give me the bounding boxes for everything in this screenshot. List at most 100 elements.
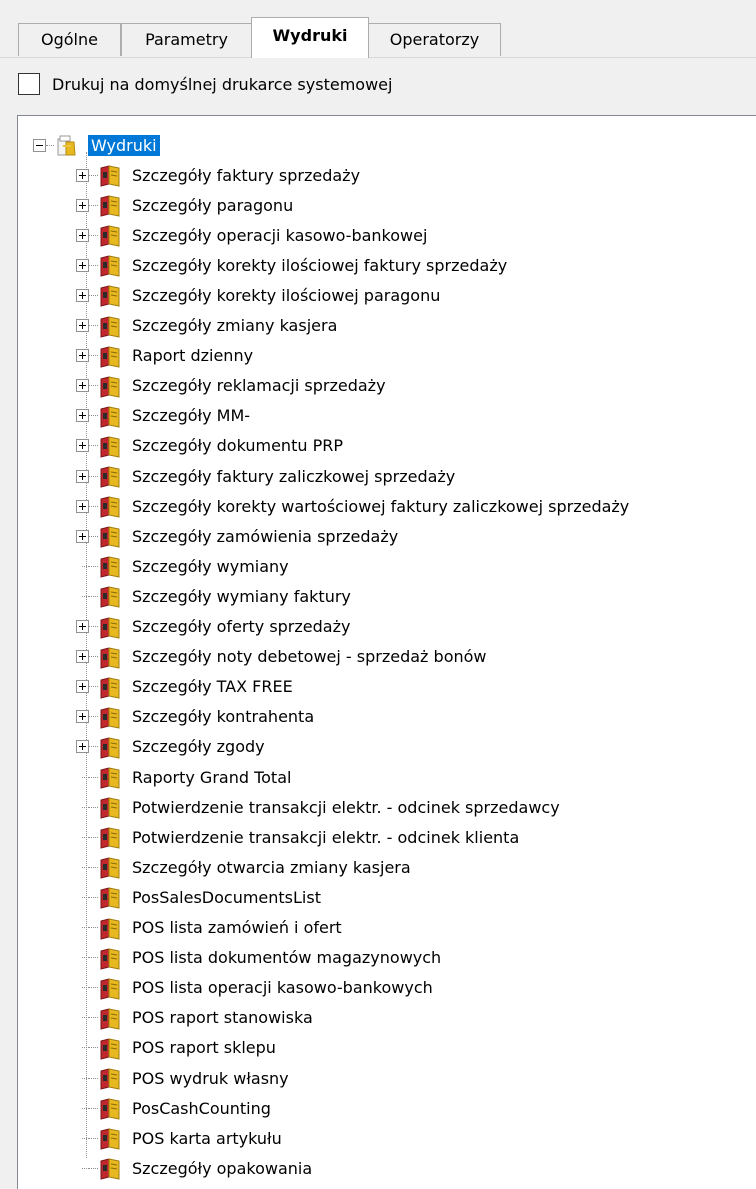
report-book-icon: [98, 916, 122, 940]
report-book-icon: [98, 1006, 122, 1030]
tree-item-label: Szczegóły korekty wartościowej faktury z…: [132, 496, 630, 516]
tree-connector: [82, 1137, 89, 1139]
tree-item[interactable]: Szczegóły oferty sprzedaży: [76, 612, 350, 642]
tree-item-label: Potwierdzenie transakcji elektr. - odcin…: [132, 827, 520, 847]
expand-toggle[interactable]: [76, 409, 89, 423]
expand-toggle[interactable]: [76, 228, 89, 242]
expand-toggle[interactable]: [76, 379, 89, 393]
tree-item-label: POS lista zamówień i ofert: [132, 918, 342, 937]
tree-item[interactable]: Szczegóły korekty wartościowej faktury z…: [76, 491, 629, 521]
expand-toggle[interactable]: [76, 680, 89, 694]
tree-item[interactable]: PosCashCounting: [76, 1093, 271, 1123]
tree-item[interactable]: Szczegóły opakowania: [76, 1153, 312, 1183]
tree-item[interactable]: Szczegóły korekty ilościowej paragonu: [76, 280, 440, 310]
report-book-icon: [98, 1096, 122, 1120]
tree-item[interactable]: Potwierdzenie transakcji elektr. - odcin…: [76, 792, 560, 822]
tree-connector: [82, 565, 89, 567]
report-book-icon: [98, 253, 122, 277]
tree-item-label: POS lista dokumentów magazynowych: [132, 948, 442, 968]
expand-toggle[interactable]: [76, 288, 89, 302]
tree-item[interactable]: Szczegóły zamówienia sprzedaży: [76, 521, 398, 551]
expand-toggle[interactable]: [76, 529, 89, 543]
expand-toggle[interactable]: [76, 650, 89, 664]
tree-item[interactable]: PosSalesDocumentsList: [76, 882, 321, 912]
tree-item[interactable]: Szczegóły faktury sprzedaży: [76, 160, 360, 190]
report-book-icon: [98, 885, 122, 910]
report-book-icon: [98, 584, 122, 609]
tree-connector: [82, 806, 89, 808]
tree-connector: [82, 836, 89, 838]
tree-item[interactable]: Szczegóły korekty ilościowej faktury spr…: [76, 250, 507, 280]
expand-toggle[interactable]: [76, 620, 89, 633]
tree-connector: [82, 1167, 89, 1169]
tree-item-label: POS karta artykułu: [132, 1128, 282, 1148]
tree-connector: [82, 1047, 89, 1049]
tree-connector: [82, 987, 89, 989]
tree-item[interactable]: POS karta artykułu: [76, 1123, 282, 1153]
tree-item-label: Szczegóły faktury sprzedaży: [132, 165, 361, 185]
expand-toggle[interactable]: [76, 439, 89, 453]
tree-item[interactable]: Szczegóły kontrahenta: [76, 702, 314, 732]
report-book-icon: [98, 615, 122, 639]
tree-item[interactable]: Szczegóły MM-: [76, 401, 250, 431]
default-printer-option[interactable]: Drukuj na domyślnej drukarce systemowej: [18, 71, 392, 97]
tree-item-label: Szczegóły opakowania: [132, 1158, 313, 1178]
tree-item-label: PosCashCounting: [132, 1098, 271, 1118]
report-book-icon: [98, 795, 122, 819]
expand-toggle[interactable]: [76, 319, 89, 332]
tree-root-wydruki[interactable]: Wydruki: [33, 130, 160, 160]
tree-item[interactable]: Szczegóły noty debetowej - sprzedaż bonó…: [76, 642, 487, 672]
expand-toggle[interactable]: [76, 168, 89, 182]
tree-connector: [82, 896, 89, 898]
tree-item[interactable]: Szczegóły zgody: [76, 732, 265, 762]
tree-item[interactable]: POS raport stanowiska: [76, 1003, 313, 1033]
tree-item[interactable]: Szczegóły TAX FREE: [76, 672, 293, 702]
expand-toggle[interactable]: [76, 258, 89, 272]
tree-item-label: Szczegóły oferty sprzedaży: [132, 617, 351, 636]
tree-item-label: Szczegóły korekty ilościowej faktury spr…: [132, 255, 508, 275]
tree-item[interactable]: POS lista zamówień i ofert: [76, 913, 342, 943]
expand-toggle[interactable]: [76, 710, 89, 724]
tree-item[interactable]: Szczegóły paragonu: [76, 190, 293, 220]
tab-operatorzy[interactable]: Operatorzy: [368, 23, 501, 56]
printouts-tree-panel[interactable]: Wydruki Szczegóły faktury sprzedaży Szcze…: [17, 115, 756, 1189]
tree-item[interactable]: Raporty Grand Total: [76, 762, 291, 792]
tab-wydruki[interactable]: Wydruki: [251, 17, 369, 58]
tab-ogolne[interactable]: Ogólne: [18, 23, 121, 56]
expand-toggle[interactable]: [76, 349, 89, 363]
report-book-icon: [98, 1126, 122, 1150]
tree-item[interactable]: Szczegóły dokumentu PRP: [76, 431, 343, 461]
tree-item-label: Raport dzienny: [132, 346, 254, 366]
default-printer-checkbox[interactable]: [18, 73, 40, 95]
report-book-icon: [98, 464, 122, 488]
tree-item[interactable]: Szczegóły zmiany kasjera: [76, 311, 337, 341]
tree-item[interactable]: POS lista operacji kasowo-bankowych: [76, 973, 433, 1003]
tree-item[interactable]: Szczegóły wymiany: [76, 551, 289, 581]
expand-toggle[interactable]: [76, 499, 89, 513]
tree-item-label: Potwierdzenie transakcji elektr. - odcin…: [132, 797, 560, 817]
report-book-icon: [98, 976, 122, 1000]
report-book-icon: [98, 825, 122, 849]
tree-item[interactable]: Szczegóły faktury zaliczkowej sprzedaży: [76, 461, 455, 491]
report-book-icon: [98, 314, 122, 338]
tree-connector: [82, 957, 89, 959]
expand-toggle[interactable]: [76, 198, 89, 212]
expand-toggle[interactable]: [76, 469, 89, 483]
tree-item[interactable]: Szczegóły operacji kasowo-bankowej: [76, 220, 427, 250]
tree-item[interactable]: Szczegóły wymiany faktury: [76, 581, 351, 611]
tree-item[interactable]: Szczegóły reklamacji sprzedaży: [76, 371, 386, 401]
tree-item[interactable]: POS wydruk własny: [76, 1063, 289, 1093]
tab-parametry[interactable]: Parametry: [121, 23, 252, 56]
tree-item[interactable]: POS lista dokumentów magazynowych: [76, 943, 441, 973]
tree-item[interactable]: Raport dzienny: [76, 341, 253, 371]
report-book-icon: [98, 344, 122, 368]
report-book-icon: [98, 675, 122, 699]
report-book-icon: [98, 1156, 122, 1180]
report-book-icon: [98, 193, 122, 217]
expand-toggle[interactable]: [76, 740, 89, 754]
tree-item[interactable]: POS raport sklepu: [76, 1033, 276, 1063]
tree-item[interactable]: Potwierdzenie transakcji elektr. - odcin…: [76, 822, 519, 852]
tree-item[interactable]: Szczegóły otwarcia zmiany kasjera: [76, 852, 411, 882]
collapse-toggle[interactable]: [33, 138, 46, 152]
tree-connector: [82, 866, 89, 868]
